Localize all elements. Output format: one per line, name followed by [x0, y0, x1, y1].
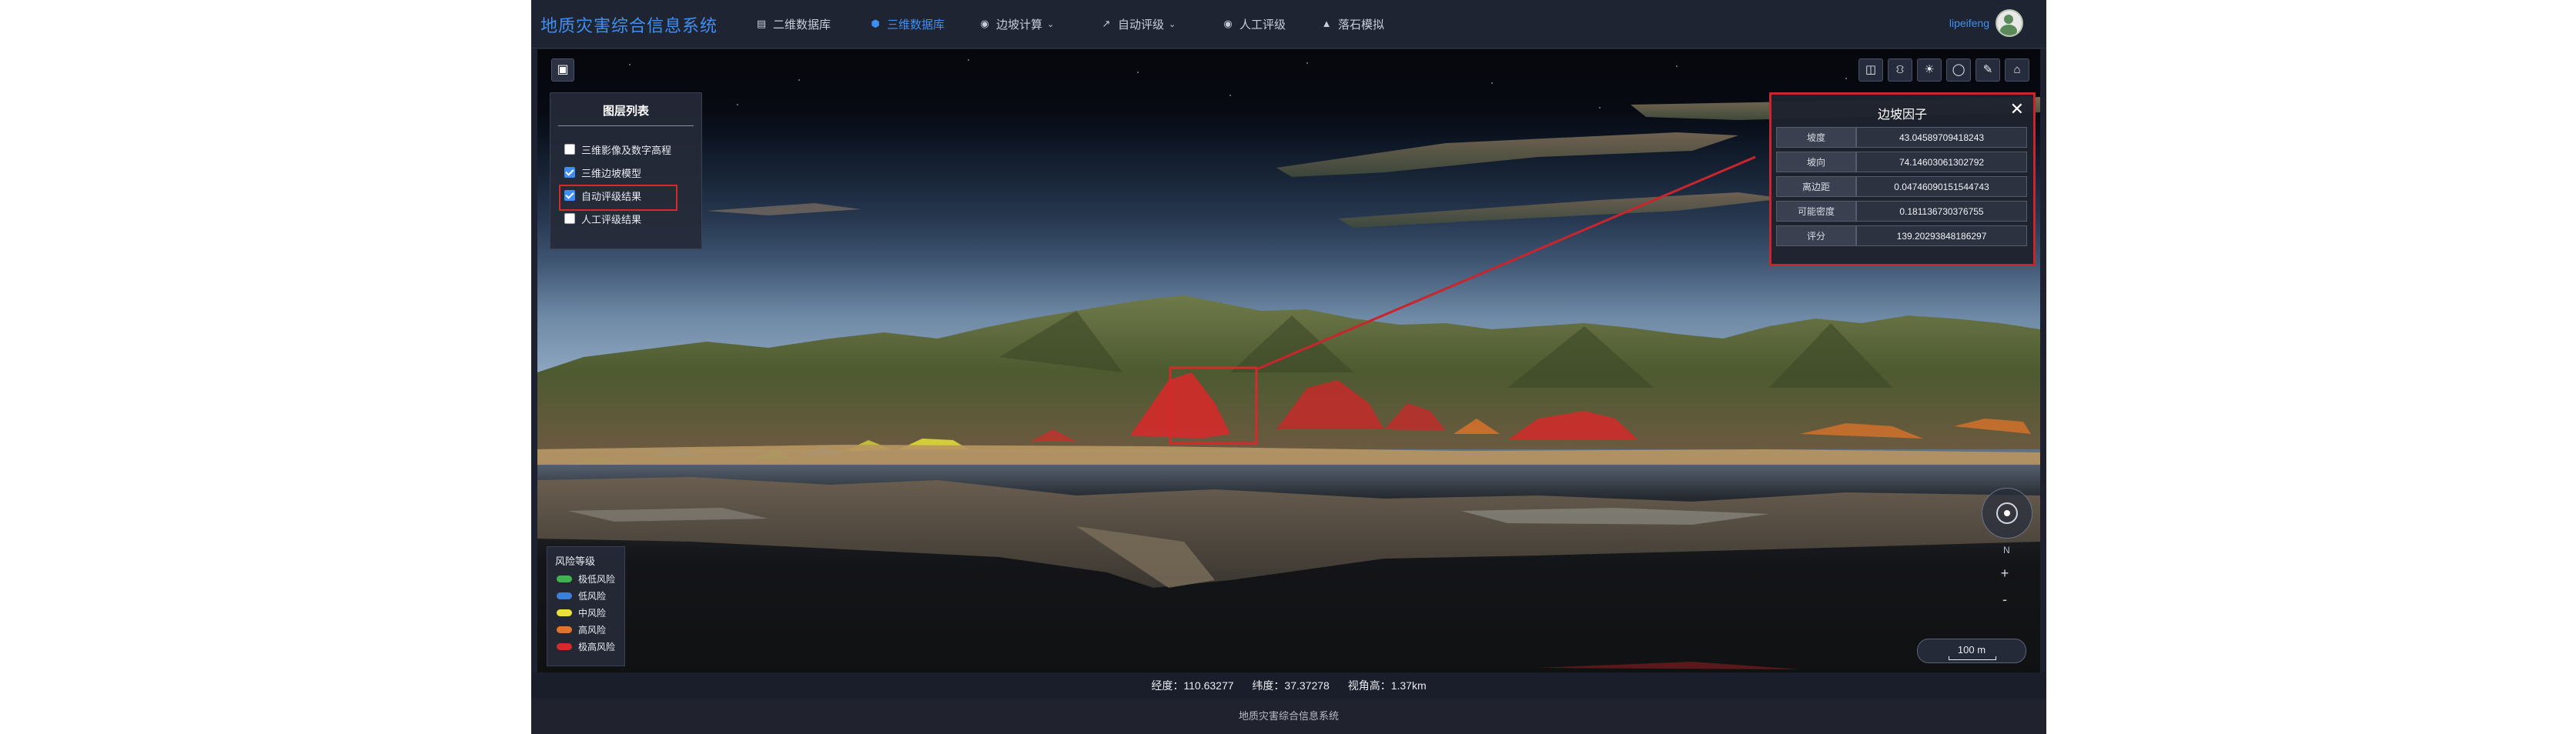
layer-list-panel: 图层列表 三维影像及数字高程 三维边坡模型 自动评级结果 人工评级结果	[550, 92, 702, 249]
factor-row: 评分 139.20293848186297	[1776, 225, 2027, 246]
layer-item-slope-model[interactable]: 三维边坡模型	[564, 164, 641, 181]
footer: 地质灾害综合信息系统	[531, 699, 2046, 734]
user-name: lipeifeng	[1949, 17, 1989, 29]
longitude-readout: 经度：110.63277	[1151, 679, 1234, 692]
compass-center-icon	[2004, 510, 2010, 516]
layer-panel-toggle-button[interactable]: ▣	[551, 58, 574, 82]
layers-icon: ▤	[756, 18, 767, 29]
chevron-down-icon: ⌄	[1047, 19, 1055, 29]
eye-icon: ◉	[1223, 18, 1233, 29]
nav-auto-rating[interactable]: ↗ 自动评级 ⌄	[1101, 15, 1176, 32]
camera-height-readout: 视角高：1.37km	[1347, 679, 1427, 692]
distant-terrain	[1276, 132, 1738, 177]
checkbox[interactable]	[564, 167, 575, 178]
distant-terrain	[1338, 192, 1785, 228]
split-view-icon[interactable]: ◫	[1858, 58, 1883, 82]
legend-item: 高风险	[557, 622, 606, 636]
slope-factor-panel: 边坡因子 ✕ 坡度 43.04589709418243 坡向 74.146030…	[1769, 92, 2036, 266]
calculator-icon: ◉	[980, 18, 989, 29]
scale-label: 100 m	[1957, 644, 1986, 656]
avatar[interactable]	[1996, 9, 2023, 37]
layer-panel-title: 图层列表	[602, 105, 649, 118]
legend-item: 极高风险	[557, 639, 615, 653]
rock-icon: ▲	[1321, 18, 1332, 29]
factor-panel-title: 边坡因子	[1877, 108, 1927, 122]
nav-manual-rating[interactable]: ◉ 人工评级	[1223, 15, 1286, 32]
nav-2d-database[interactable]: ▤ 二维数据库	[756, 15, 831, 32]
chevron-down-icon: ⌄	[1169, 19, 1176, 29]
valley-terrain	[537, 477, 2040, 588]
legend-swatch	[557, 642, 572, 650]
top-header: 地质灾害综合信息系统 ▤ 二维数据库 ⬢ 三维数据库 ◉ 边坡计算 ⌄ ↗ 自动…	[531, 0, 2046, 48]
legend-swatch	[557, 592, 572, 599]
cube-icon: ⬢	[871, 18, 880, 29]
nav-3d-database[interactable]: ⬢ 三维数据库	[870, 15, 945, 32]
nav-slope-calculation[interactable]: ◉ 边坡计算 ⌄	[979, 15, 1054, 32]
factor-row: 坡度 43.04589709418243	[1776, 127, 2027, 148]
user-menu[interactable]: lipeifeng	[1949, 9, 2023, 37]
layer-item-highlight	[559, 185, 677, 211]
scale-bar: 100 m	[1917, 639, 2026, 663]
compass[interactable]	[1982, 488, 2032, 539]
legend-item: 低风险	[557, 589, 606, 602]
factor-row: 坡向 74.14603061302792	[1776, 152, 2027, 172]
legend-swatch	[557, 626, 572, 633]
stars	[629, 59, 1847, 108]
scale-line	[1949, 656, 1996, 660]
factor-row: 可能密度 0.181136730376755	[1776, 201, 2027, 222]
latitude-readout: 纬度：37.37278	[1252, 679, 1330, 692]
checkbox[interactable]	[564, 144, 575, 155]
divider	[558, 125, 694, 126]
checkbox[interactable]	[564, 213, 575, 224]
legend-swatch	[557, 609, 572, 616]
layer-item-imagery-dem[interactable]: 三维影像及数字高程	[564, 141, 671, 158]
trend-icon: ↗	[1102, 18, 1111, 29]
terrain-fragment	[1538, 662, 1800, 669]
factor-row: 离边距 0.04746090151544743	[1776, 176, 2027, 197]
nav-rockfall-simulation[interactable]: ▲ 落石模拟	[1321, 15, 1384, 32]
legend-item: 中风险	[557, 606, 606, 619]
layer-item-manual-rating[interactable]: 人工评级结果	[564, 210, 641, 227]
water-drop-icon[interactable]: ◯	[1946, 58, 1971, 82]
zoom-in-button[interactable]: +	[1996, 563, 2014, 583]
compass-north-label: N	[2003, 545, 2010, 556]
close-icon[interactable]: ✕	[2010, 101, 2024, 118]
zoom-out-button[interactable]: -	[1996, 589, 2014, 609]
map-toolbar: ◫ ⛻ ☀ ◯ ✎ ⌂	[1858, 58, 2029, 82]
sun-icon[interactable]: ☀	[1917, 58, 1942, 82]
walk-mode-icon[interactable]: ⛻	[1888, 58, 1912, 82]
coordinate-status-bar: 经度：110.63277 纬度：37.37278 视角高：1.37km	[531, 672, 2046, 699]
app-window: 地质灾害综合信息系统 ▤ 二维数据库 ⬢ 三维数据库 ◉ 边坡计算 ⌄ ↗ 自动…	[531, 0, 2046, 734]
legend-item: 极低风险	[557, 572, 615, 586]
home-icon[interactable]: ⌂	[2005, 58, 2029, 82]
legend-title: 风险等级	[555, 556, 596, 567]
app-title: 地质灾害综合信息系统	[540, 16, 718, 35]
distant-terrain	[707, 203, 861, 215]
3d-scene-viewer[interactable]: ▣ ◫ ⛻ ☀ ◯ ✎ ⌂ 图层列表 三维影像及数字高程 三维边坡模型 自动评级…	[537, 49, 2040, 672]
measure-icon[interactable]: ✎	[1975, 58, 2000, 82]
risk-legend: 风险等级 极低风险 低风险 中风险 高风险 极高风险	[547, 546, 625, 666]
legend-swatch	[557, 575, 572, 582]
